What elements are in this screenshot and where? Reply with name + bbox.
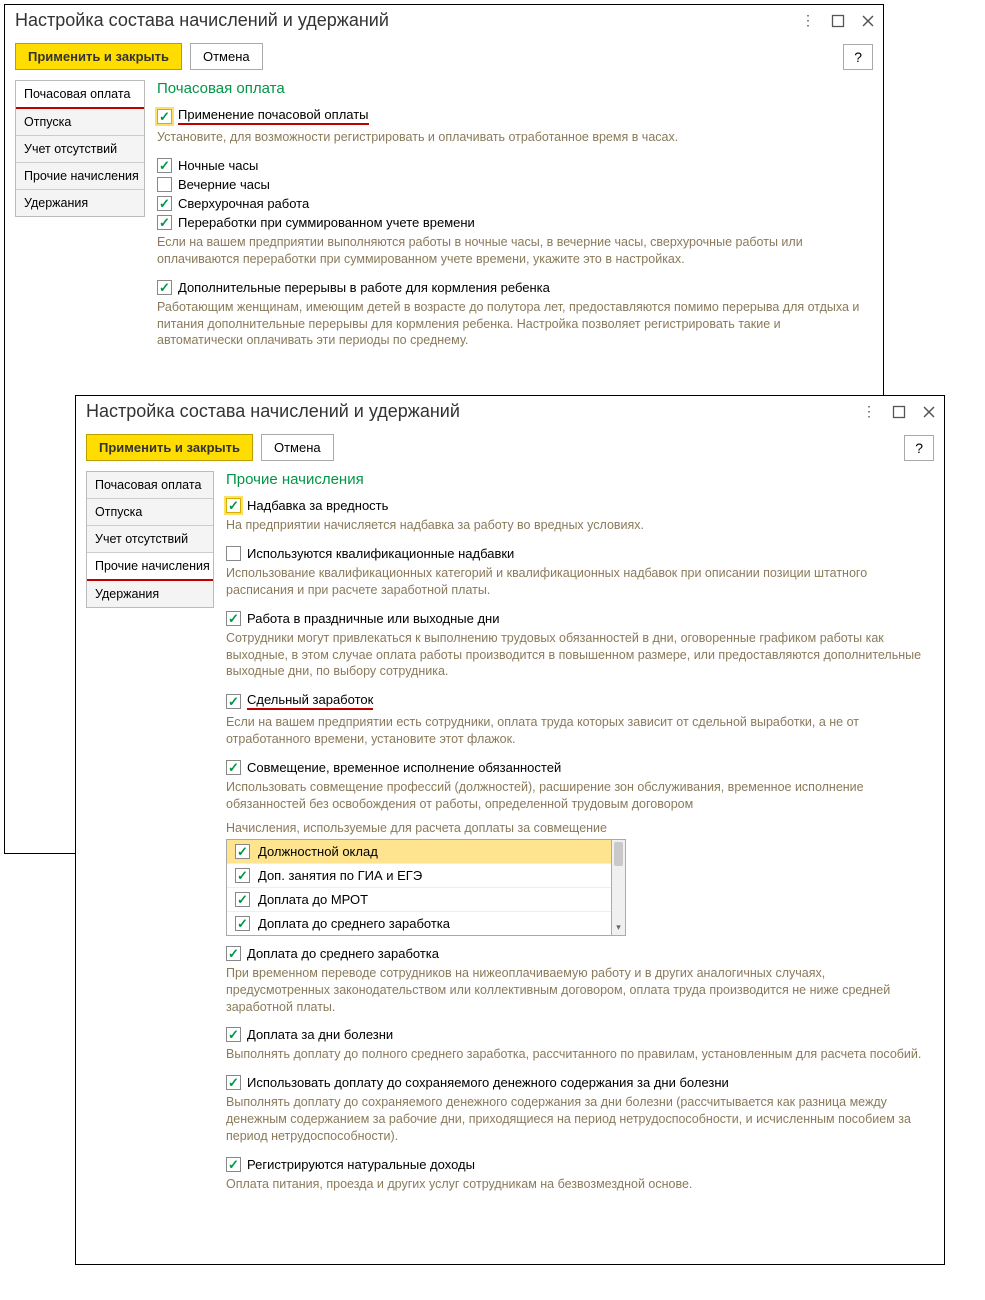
description: Выполнять доплату до сохраняемого денежн… bbox=[226, 1094, 930, 1145]
cancel-button[interactable]: Отмена bbox=[261, 434, 334, 461]
titlebar: Настройка состава начислений и удержаний… bbox=[76, 396, 944, 428]
list-item[interactable]: Должностной оклад bbox=[227, 840, 611, 864]
kebab-icon[interactable]: ⋮ bbox=[860, 403, 878, 421]
window-title: Настройка состава начислений и удержаний bbox=[15, 10, 799, 31]
nav-item-other[interactable]: Прочие начисления bbox=[87, 553, 213, 581]
nav-item-deductions[interactable]: Удержания bbox=[16, 190, 144, 216]
checkbox-label: Совмещение, временное исполнение обязанн… bbox=[247, 760, 561, 775]
nav-list: Почасовая оплата Отпуска Учет отсутствий… bbox=[86, 471, 214, 608]
checkbox-label: Ночные часы bbox=[178, 158, 258, 173]
scroll-down-icon[interactable]: ▾ bbox=[612, 922, 625, 933]
list-item[interactable]: Доп. занятия по ГИА и ЕГЭ bbox=[227, 864, 611, 888]
section-title: Прочие начисления bbox=[226, 471, 930, 488]
checkbox-evening-hours[interactable] bbox=[157, 177, 172, 192]
checkbox-label: Регистрируются натуральные доходы bbox=[247, 1157, 475, 1172]
description: Использование квалификационных категорий… bbox=[226, 565, 930, 599]
list-checkbox[interactable] bbox=[235, 916, 250, 931]
checkbox-label: Доплата до среднего заработка bbox=[247, 946, 439, 961]
checkbox-qualification-bonus[interactable] bbox=[226, 546, 241, 561]
description: Если на вашем предприятии есть сотрудник… bbox=[226, 714, 930, 748]
checkbox-label: Использовать доплату до сохраняемого ден… bbox=[247, 1075, 729, 1090]
checkbox-hazard-bonus[interactable] bbox=[226, 498, 241, 513]
list-item[interactable]: Доплата до среднего заработка bbox=[227, 912, 611, 935]
list-item-label: Должностной оклад bbox=[258, 844, 378, 859]
toolbar: Применить и закрыть Отмена ? bbox=[5, 37, 883, 80]
description: При временном переводе сотрудников на ни… bbox=[226, 965, 930, 1016]
maximize-icon[interactable] bbox=[890, 403, 908, 421]
checkbox-feeding-breaks[interactable] bbox=[157, 280, 172, 295]
description: Выполнять доплату до полного среднего за… bbox=[226, 1046, 930, 1063]
close-icon[interactable] bbox=[920, 403, 938, 421]
list-item-label: Доплата до МРОТ bbox=[258, 892, 368, 907]
description: Если на вашем предприятии выполняются ра… bbox=[157, 234, 869, 268]
checkbox-label: Дополнительные перерывы в работе для кор… bbox=[178, 280, 550, 295]
checkbox-combination[interactable] bbox=[226, 760, 241, 775]
scrollbar[interactable]: ▾ bbox=[612, 839, 626, 936]
checkbox-label: Вечерние часы bbox=[178, 177, 270, 192]
list-checkbox[interactable] bbox=[235, 892, 250, 907]
description: Работающим женщинам, имеющим детей в воз… bbox=[157, 299, 869, 350]
titlebar: Настройка состава начислений и удержаний… bbox=[5, 5, 883, 37]
list-item-label: Доп. занятия по ГИА и ЕГЭ bbox=[258, 868, 422, 883]
list-checkbox[interactable] bbox=[235, 844, 250, 859]
nav-item-absences[interactable]: Учет отсутствий bbox=[87, 526, 213, 553]
nav-list: Почасовая оплата Отпуска Учет отсутствий… bbox=[15, 80, 145, 217]
nav-item-vacations[interactable]: Отпуска bbox=[16, 109, 144, 136]
checkbox-label: Доплата за дни болезни bbox=[247, 1027, 393, 1042]
list-checkbox[interactable] bbox=[235, 868, 250, 883]
nav-item-absences[interactable]: Учет отсутствий bbox=[16, 136, 144, 163]
help-button[interactable]: ? bbox=[843, 44, 873, 70]
checkbox-night-hours[interactable] bbox=[157, 158, 172, 173]
content-pane: Прочие начисления Надбавка за вредность … bbox=[222, 471, 934, 1197]
scrollbar-thumb[interactable] bbox=[614, 842, 623, 866]
settings-window-2: Настройка состава начислений и удержаний… bbox=[75, 395, 945, 1265]
checkbox-label: Сдельный заработок bbox=[247, 692, 373, 710]
checkbox-hourly-pay[interactable] bbox=[157, 109, 172, 124]
checkbox-kept-pay[interactable] bbox=[226, 1075, 241, 1090]
checkbox-avg-pay[interactable] bbox=[226, 946, 241, 961]
description: Использовать совмещение профессий (должн… bbox=[226, 779, 930, 813]
checkbox-label: Переработки при суммированном учете врем… bbox=[178, 215, 475, 230]
checkbox-label: Работа в праздничные или выходные дни bbox=[247, 611, 499, 626]
checkbox-label: Используются квалификационные надбавки bbox=[247, 546, 514, 561]
checkbox-holiday-work[interactable] bbox=[226, 611, 241, 626]
checkbox-label: Применение почасовой оплаты bbox=[178, 107, 369, 125]
checkbox-overtime[interactable] bbox=[157, 196, 172, 211]
checkbox-natural-income[interactable] bbox=[226, 1157, 241, 1172]
help-button[interactable]: ? bbox=[904, 435, 934, 461]
content-pane: Почасовая оплата Применение почасовой оп… bbox=[153, 80, 873, 361]
nav-item-deductions[interactable]: Удержания bbox=[87, 581, 213, 607]
list-item-label: Доплата до среднего заработка bbox=[258, 916, 450, 931]
description: Установите, для возможности регистрирова… bbox=[157, 129, 869, 146]
checkbox-piecework[interactable] bbox=[226, 694, 241, 709]
nav-item-vacations[interactable]: Отпуска bbox=[87, 499, 213, 526]
description: Оплата питания, проезда и других услуг с… bbox=[226, 1176, 930, 1193]
checkbox-summarized-overtime[interactable] bbox=[157, 215, 172, 230]
list-title: Начисления, используемые для расчета доп… bbox=[226, 821, 930, 835]
checkbox-sick-pay[interactable] bbox=[226, 1027, 241, 1042]
nav-item-other[interactable]: Прочие начисления bbox=[16, 163, 144, 190]
nav-item-hourly[interactable]: Почасовая оплата bbox=[87, 472, 213, 499]
close-icon[interactable] bbox=[859, 12, 877, 30]
description: Сотрудники могут привлекаться к выполнен… bbox=[226, 630, 930, 681]
apply-close-button[interactable]: Применить и закрыть bbox=[15, 43, 182, 70]
checkbox-label: Надбавка за вредность bbox=[247, 498, 388, 513]
accruals-listbox: Должностной оклад Доп. занятия по ГИА и … bbox=[226, 839, 626, 936]
nav-item-hourly[interactable]: Почасовая оплата bbox=[16, 81, 144, 109]
checkbox-label: Сверхурочная работа bbox=[178, 196, 309, 211]
list-item[interactable]: Доплата до МРОТ bbox=[227, 888, 611, 912]
maximize-icon[interactable] bbox=[829, 12, 847, 30]
window-title: Настройка состава начислений и удержаний bbox=[86, 401, 860, 422]
apply-close-button[interactable]: Применить и закрыть bbox=[86, 434, 253, 461]
description: На предприятии начисляется надбавка за р… bbox=[226, 517, 930, 534]
cancel-button[interactable]: Отмена bbox=[190, 43, 263, 70]
section-title: Почасовая оплата bbox=[157, 80, 869, 97]
kebab-icon[interactable]: ⋮ bbox=[799, 12, 817, 30]
toolbar: Применить и закрыть Отмена ? bbox=[76, 428, 944, 471]
